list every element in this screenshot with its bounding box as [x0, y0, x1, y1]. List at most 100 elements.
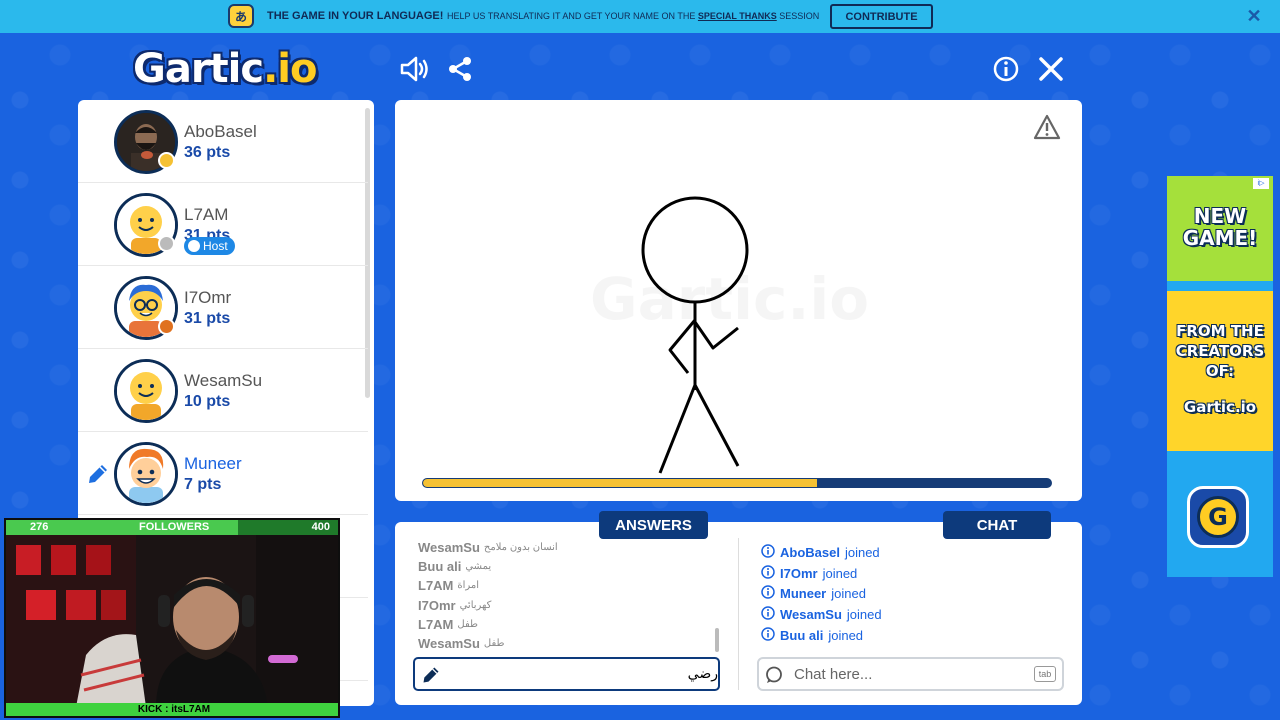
banner-help-suffix: SESSION	[776, 11, 820, 21]
share-icon[interactable]	[443, 52, 477, 86]
avatar	[114, 359, 178, 423]
status-dot	[158, 152, 175, 169]
chat-user: WesamSu	[780, 607, 842, 623]
chat-user: Buu ali	[780, 628, 824, 644]
translate-icon: あ	[228, 4, 254, 28]
tab-chat[interactable]: CHAT	[943, 511, 1051, 539]
player-name: WesamSu	[184, 371, 263, 390]
chat-message: AboBasel joined	[761, 542, 1061, 563]
chat-user: AboBasel	[780, 544, 840, 560]
chat-text: joined	[846, 607, 882, 623]
player-row[interactable]: I7Omr 31 pts	[78, 266, 368, 349]
player-points: 36 pts	[184, 144, 231, 161]
player-name: I7Omr	[184, 288, 232, 307]
answer-row: L7AM طفل	[418, 615, 708, 634]
host-icon	[188, 240, 200, 252]
answer-row: I7Omr كهربائي	[418, 596, 708, 615]
answer-text: امراة	[457, 580, 480, 592]
chat-list: AboBasel joined I7Omr joined Muneer joined …	[761, 542, 1061, 646]
followers-current: 276	[30, 521, 49, 533]
chat-message: Buu ali joined	[761, 625, 1061, 646]
ad-choices-icon[interactable]: i▷	[1253, 178, 1269, 189]
streamer-video	[6, 535, 338, 707]
player-row[interactable]: L7AM 31 pts Host	[78, 183, 368, 266]
webcam-overlay: 276 FOLLOWERS 400 KICK : itsL7AM	[4, 518, 340, 718]
answer-pencil-icon	[421, 665, 441, 689]
answer-user: Buu ali	[418, 559, 462, 575]
chat-text: joined	[844, 544, 880, 560]
ad-g-letter: G	[1197, 496, 1239, 538]
ad-text-game: GAME!	[1182, 226, 1258, 250]
host-badge: Host	[184, 237, 235, 255]
tab-key-hint: tab	[1034, 666, 1056, 682]
answer-user: WesamSu	[418, 636, 480, 652]
banner-close-icon[interactable]: ✕	[1244, 6, 1264, 26]
answer-row: Buu ali يمشي	[418, 557, 708, 576]
ad-text-of: OF:	[1205, 362, 1235, 380]
kick-channel-label: KICK : itsL7AM	[6, 703, 338, 716]
logo-main: Gartic	[133, 46, 264, 92]
chat-text: joined	[828, 628, 864, 644]
chat-text: joined	[831, 586, 866, 602]
contribute-button[interactable]: CONTRIBUTE	[830, 4, 933, 29]
gartic-logo: Gartic.io	[133, 46, 317, 92]
avatar	[114, 442, 178, 506]
exit-icon[interactable]	[1034, 52, 1068, 86]
answer-text: طفل	[457, 618, 478, 630]
followers-goal-bar: 276 FOLLOWERS 400	[6, 520, 338, 535]
translation-banner: あ THE GAME IN YOUR LANGUAGE! HELP US TRA…	[0, 0, 1280, 33]
info-icon	[761, 544, 775, 561]
info-icon	[761, 606, 775, 623]
answers-scrollbar[interactable]	[715, 628, 719, 652]
answer-text: طفل	[483, 638, 505, 650]
followers-label: FOLLOWERS	[139, 521, 210, 533]
answer-input[interactable]	[413, 657, 720, 691]
player-row[interactable]: Muneer 7 pts	[78, 432, 368, 515]
ad-text-from: FROM THE	[1176, 322, 1264, 340]
followers-goal: 400	[311, 521, 330, 533]
ad-brand: Gartic.io	[1183, 398, 1257, 416]
chat-message: WesamSu joined	[761, 604, 1061, 625]
chat-message: Muneer joined	[761, 584, 1061, 605]
answer-row: WesamSu طفل	[418, 634, 708, 653]
status-dot	[158, 318, 175, 335]
answer-user: I7Omr	[418, 597, 456, 613]
sound-icon[interactable]	[397, 52, 431, 86]
player-row[interactable]: AboBasel 36 pts	[78, 100, 368, 183]
advertisement[interactable]: i▷ NEW GAME! FROM THE CREATORS OF: Garti…	[1167, 176, 1273, 577]
panel-divider	[738, 538, 739, 690]
time-progress-bar	[422, 478, 1052, 488]
player-name: L7AM	[184, 205, 229, 224]
answer-row: L7AM امراة	[418, 576, 708, 595]
chat-message: I7Omr joined	[761, 563, 1061, 584]
tab-answers[interactable]: ANSWERS	[599, 511, 708, 539]
special-thanks-link[interactable]: SPECIAL THANKS	[698, 11, 777, 21]
player-name: Muneer	[184, 454, 242, 473]
player-row[interactable]: WesamSu 10 pts	[78, 349, 368, 432]
answer-row: WesamSu انسان بدون ملامح	[418, 538, 708, 557]
ad-g-button[interactable]: G	[1187, 486, 1249, 548]
ad-text-creators: CREATORS	[1175, 342, 1265, 360]
answer-user: WesamSu	[418, 540, 480, 556]
time-progress-fill	[423, 479, 818, 487]
answer-text: انسان بدون ملامح	[483, 542, 558, 554]
answers-list: WesamSu انسان بدون ملامح Buu ali يمشي L7AM…	[418, 538, 708, 653]
chat-user: I7Omr	[780, 565, 818, 581]
answer-user: L7AM	[418, 616, 454, 632]
logo-suffix: .io	[263, 46, 317, 92]
drawing-board[interactable]: Gartic.io	[395, 100, 1082, 501]
banner-headline: THE GAME IN YOUR LANGUAGE!	[267, 10, 444, 22]
info-icon	[761, 627, 775, 644]
status-dot	[158, 235, 175, 252]
info-icon	[761, 585, 775, 602]
host-badge-label: Host	[203, 239, 228, 253]
chat-user: Muneer	[780, 586, 827, 602]
answer-text: يمشي	[465, 561, 492, 573]
drawing-pencil-icon	[86, 462, 110, 486]
stick-figure-drawing	[641, 196, 749, 474]
chat-text: joined	[822, 565, 858, 581]
info-icon	[761, 564, 775, 582]
banner-help-prefix: HELP US TRANSLATING IT AND GET YOUR NAME…	[447, 11, 698, 21]
info-icon[interactable]	[989, 52, 1023, 86]
chat-input[interactable]	[757, 657, 1064, 691]
